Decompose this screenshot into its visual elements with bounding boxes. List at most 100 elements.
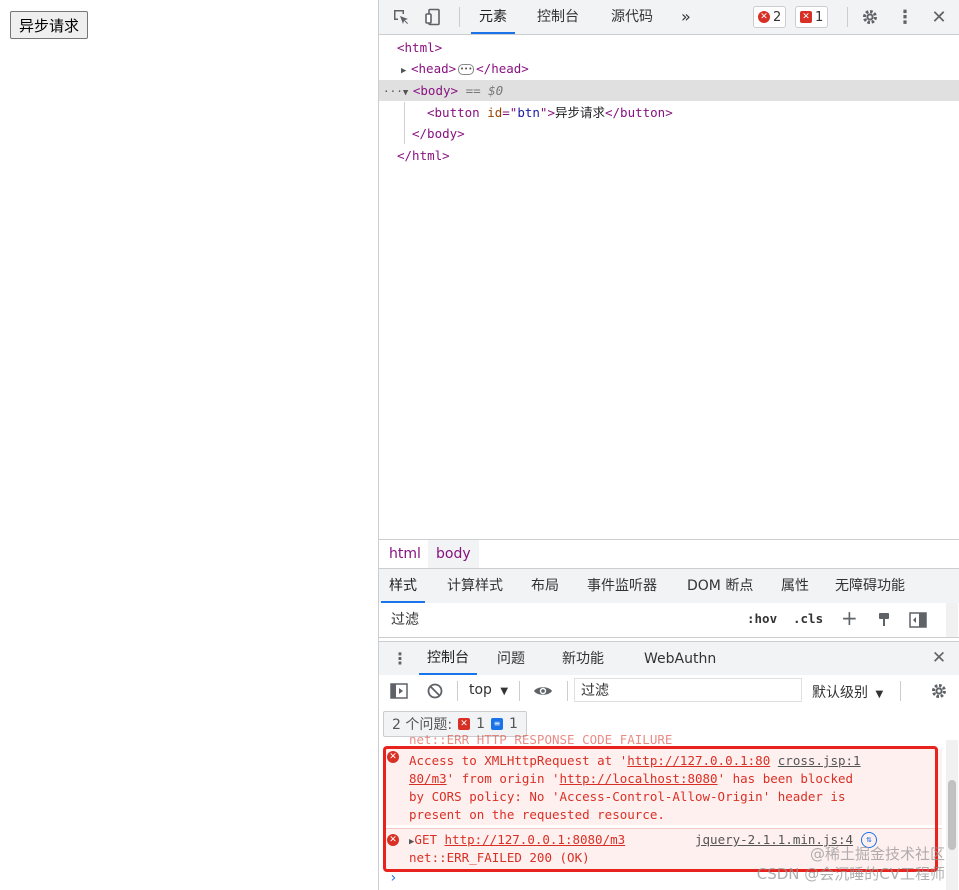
issue-error-icon: ✕ <box>800 11 812 23</box>
tab-accessibility[interactable]: 无障碍功能 <box>827 569 913 603</box>
console-error-get: ✕ ▶GET http://127.0.0.1:8080/m3 jquery-2… <box>385 828 942 869</box>
console-filter-input[interactable]: 过滤 <box>574 678 802 702</box>
chevron-down-icon: ▼ <box>875 689 884 700</box>
styles-filter-input[interactable]: 过滤 <box>385 608 735 632</box>
cors-line-2: 80/m3' from origin 'http://localhost:808… <box>409 770 853 788</box>
more-options-icon[interactable]: ⋮ <box>893 5 917 29</box>
button-text-node: 异步请求 <box>554 105 605 120</box>
styles-scrollbar[interactable] <box>946 603 958 637</box>
breadcrumb-html[interactable]: html <box>381 540 429 569</box>
issues-badge[interactable]: ✕ 1 <box>795 6 829 28</box>
dom-node-head[interactable]: ▶ <head> ••• </head> <box>379 58 959 79</box>
styles-filter-toolbar: 过滤 :hov .cls + <box>379 603 959 638</box>
cors-origin-link[interactable]: http://localhost:8080 <box>560 771 718 786</box>
button-attr-name: id <box>487 105 503 120</box>
dom-node-body[interactable]: ···▼ <body> == $0 <box>379 80 959 101</box>
get-line-1: ▶GET http://127.0.0.1:8080/m3 <box>409 831 625 851</box>
tab-console[interactable]: 控制台 <box>529 0 587 34</box>
cors-line-4: present on the requested resource. <box>409 807 665 822</box>
dom-node-body-close: </body> <box>379 123 959 144</box>
console-scrollbar[interactable] <box>946 740 958 890</box>
async-request-button[interactable]: 异步请求 <box>10 11 89 39</box>
collapsed-ellipsis-icon[interactable]: ••• <box>458 64 475 75</box>
cors-target-url-link[interactable]: http://127.0.0.1:80 <box>627 753 770 768</box>
expand-triangle-icon[interactable]: ▶ <box>401 61 411 82</box>
console-settings-gear-icon[interactable] <box>927 679 951 703</box>
settings-gear-icon[interactable] <box>858 5 882 29</box>
get-source-link[interactable]: jquery-2.1.1.min.js:4 <box>695 832 853 847</box>
issue-error-icon: ✕ <box>458 718 471 730</box>
tab-sources[interactable]: 源代码 <box>603 0 661 34</box>
cors-line-2-suffix: ' has been blocked <box>717 771 854 786</box>
paint-brush-icon[interactable] <box>872 608 896 632</box>
error-circle-icon: ✕ <box>758 11 770 23</box>
collapse-triangle-icon[interactable]: ▼ <box>403 83 413 104</box>
context-selector[interactable]: top ▼ <box>469 682 508 698</box>
html-close-tag: </html> <box>397 148 450 163</box>
tab-layout[interactable]: 布局 <box>523 569 567 603</box>
show-sidebar-icon[interactable] <box>387 679 411 703</box>
toolbar-separator <box>900 681 901 701</box>
hov-toggle[interactable]: :hov <box>747 611 777 626</box>
device-toolbar-icon[interactable] <box>421 5 445 29</box>
tab-styles[interactable]: 样式 <box>381 569 425 603</box>
body-close-tag: </body> <box>412 126 465 141</box>
close-devtools-icon[interactable]: ✕ <box>927 5 951 29</box>
cls-toggle[interactable]: .cls <box>793 611 823 626</box>
tab-properties[interactable]: 属性 <box>773 569 817 603</box>
get-status: net::ERR_FAILED 200 (OK) <box>409 850 590 865</box>
head-open-tag: <head> <box>411 61 457 76</box>
console-cut-line: net::ERR_HTTP_RESPONSE_CODE_FAILURE <box>409 732 673 747</box>
cors-line-1-prefix: Access to XMLHttpRequest at ' <box>409 753 628 768</box>
drawer-tab-console[interactable]: 控制台 <box>419 642 477 675</box>
console-prompt[interactable]: › <box>389 870 397 886</box>
tab-computed[interactable]: 计算样式 <box>439 569 511 603</box>
drawer-tab-webauthn[interactable]: WebAuthn <box>636 642 724 676</box>
errors-badge[interactable]: ✕ 2 <box>753 6 787 28</box>
elements-dom-tree: <html> ▶ <head> ••• </head> ···▼ <body> == $… <box>379 34 959 539</box>
cors-source-link[interactable]: cross.jsp:1 <box>778 753 861 768</box>
more-tabs-icon[interactable]: » <box>673 0 699 34</box>
get-method: GET <box>414 832 437 847</box>
toolbar-separator <box>457 681 458 701</box>
toolbar-separator <box>459 7 460 27</box>
inspect-element-icon[interactable] <box>389 5 413 29</box>
toolbar-separator <box>519 681 520 701</box>
console-scroll-thumb[interactable] <box>948 780 956 850</box>
row-menu-dots[interactable]: ··· <box>383 85 403 98</box>
issues-error-count: 1 <box>476 716 485 732</box>
tab-dom-breakpoints[interactable]: DOM 断点 <box>679 569 761 603</box>
toggle-sidebar-icon[interactable] <box>906 608 930 632</box>
dom-node-html-close: </html> <box>379 145 959 166</box>
drawer-menu-icon[interactable]: ⋮ <box>388 646 412 670</box>
devtools-panel: 元素 控制台 源代码 » ✕ 2 ✕ 1 ⋮ ✕ <html> ▶ <head> •… <box>378 0 959 890</box>
html-open-tag: <html> <box>397 40 443 55</box>
close-drawer-icon[interactable]: ✕ <box>927 646 951 670</box>
live-expression-eye-icon[interactable] <box>531 679 555 703</box>
console-toolbar: top ▼ 过滤 默认级别 ▼ <box>379 675 959 709</box>
issue-info-icon: ≡ <box>491 718 503 730</box>
clear-console-icon[interactable] <box>423 679 447 703</box>
drawer-tab-whats-new[interactable]: 新功能 <box>554 642 612 676</box>
new-rule-plus-icon[interactable]: + <box>841 606 858 630</box>
network-request-icon[interactable]: ⇅ <box>861 832 877 848</box>
dom-node-html[interactable]: <html> <box>379 37 959 58</box>
button-attr-close: "> <box>539 105 555 120</box>
body-open-tag: <body> <box>412 83 459 98</box>
get-url-link[interactable]: http://127.0.0.1:8080/m3 <box>445 832 626 847</box>
cors-target-url-link-cont[interactable]: 80/m3 <box>409 771 447 786</box>
dom-node-button[interactable]: <button id="btn">异步请求</button> <box>379 102 959 123</box>
breadcrumb-body[interactable]: body <box>428 540 479 569</box>
drawer-tab-issues[interactable]: 问题 <box>489 642 533 676</box>
button-open-tag: <button <box>427 105 480 120</box>
selected-marker: == $0 <box>465 83 504 98</box>
log-level-select[interactable]: 默认级别 ▼ <box>812 682 883 702</box>
tab-elements[interactable]: 元素 <box>471 0 515 34</box>
get-source-wrapper: jquery-2.1.1.min.js:4 <box>695 831 853 849</box>
head-close-tag: </head> <box>476 61 529 76</box>
styles-pane-tabs: 样式 计算样式 布局 事件监听器 DOM 断点 属性 无障碍功能 <box>379 568 959 604</box>
log-level-value: 默认级别 <box>812 685 868 701</box>
context-value: top <box>469 682 492 698</box>
tab-event-listeners[interactable]: 事件监听器 <box>579 569 665 603</box>
button-attr-eq: =" <box>502 105 518 120</box>
